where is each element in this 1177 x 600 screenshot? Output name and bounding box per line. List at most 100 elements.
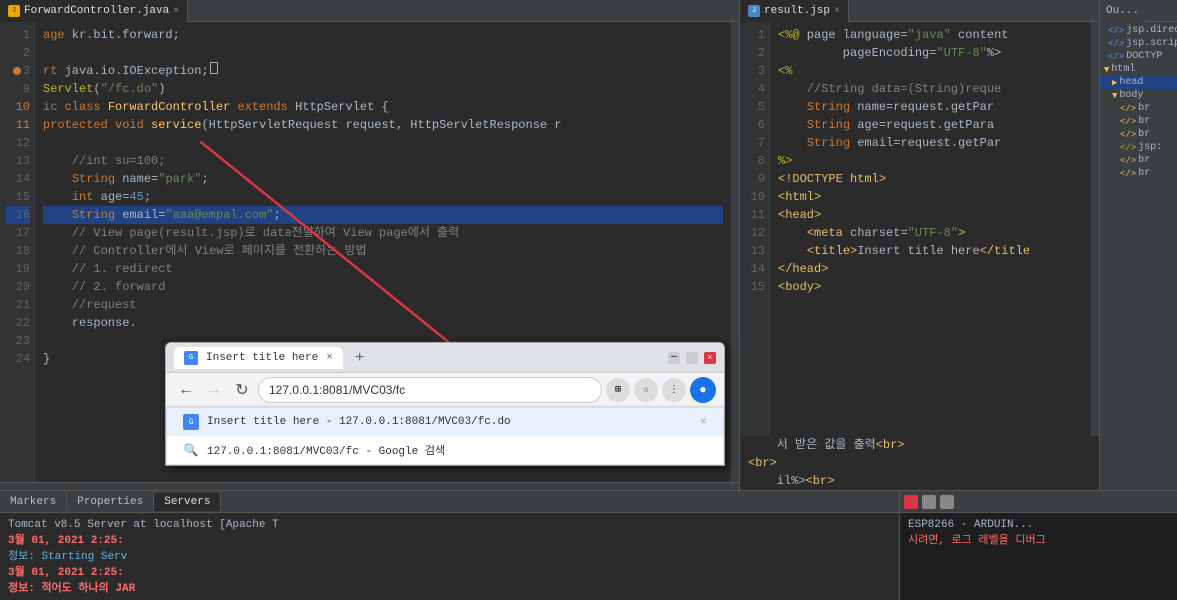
vertical-scrollbar-left[interactable]	[731, 22, 739, 482]
code-line-2	[43, 44, 723, 62]
rcode-15: <body>	[778, 278, 1083, 296]
code-line-17: // View page(result.jsp)로 data전달하여 View …	[43, 224, 723, 242]
console-right: ESP8266 - ARDUIN... 시려면, 로그 레벨을 디버그	[900, 491, 1177, 600]
code-line-12	[43, 134, 723, 152]
right-editor-tab[interactable]: J result.jsp ×	[740, 0, 849, 22]
console-pause-btn[interactable]	[922, 495, 936, 509]
element-icon-2: </>	[1120, 117, 1136, 127]
code-line-11: protected void service(HttpServletReques…	[43, 116, 723, 134]
jsp-file-icon: J	[748, 5, 760, 17]
dropdown-item-2[interactable]: 🔍 127.0.0.1:8081/MVC03/fc - Google 검색	[167, 436, 723, 464]
line-numbers-right: 123456789101112131415	[740, 22, 770, 436]
tree-item-jsp[interactable]: </> jsp:	[1100, 141, 1177, 154]
tree-item-br4[interactable]: </> br	[1100, 154, 1177, 167]
tree-item-head[interactable]: ▶ head	[1100, 76, 1177, 89]
tree-item-jsp-script[interactable]: </> jsp.script	[1100, 37, 1177, 50]
rcode-1: <%@ page language="java" content	[778, 26, 1083, 44]
page-icon: G	[183, 414, 199, 430]
element-icon-4: </>	[1120, 156, 1136, 166]
vertical-scrollbar-right[interactable]	[1091, 22, 1099, 436]
code-line-14: String name="park";	[43, 170, 723, 188]
folder-open-icon-body: ▼	[1112, 91, 1117, 101]
console-line-4: 3월 01, 2021 2:25:	[8, 565, 891, 581]
dropdown-item-2-label: 127.0.0.1:8081/MVC03/fc - Google 검색	[207, 442, 445, 458]
rcode-13: <title>Insert title here</title	[778, 242, 1083, 260]
tree-item-br2[interactable]: </> br	[1100, 115, 1177, 128]
browser-tab-close[interactable]: ×	[326, 352, 333, 364]
browser-tab[interactable]: G Insert title here ×	[174, 347, 343, 369]
folder-closed-icon-head: ▶	[1112, 78, 1117, 88]
tree-item-html[interactable]: ▼ html	[1100, 63, 1177, 76]
rcode-4: //String data=(String)reque	[778, 80, 1083, 98]
rcode-3: <%	[778, 62, 1083, 80]
tab-servers[interactable]: Servers	[154, 493, 221, 511]
browser-close-btn[interactable]: ×	[704, 352, 716, 364]
tab-markers[interactable]: Markers	[0, 493, 67, 511]
console-line-1: Tomcat v8.5 Server at localhost [Apache …	[8, 517, 891, 533]
url-input[interactable]	[258, 377, 602, 403]
file-tree-content: </> jsp.direc </> jsp.script </> DOCTYP …	[1100, 22, 1177, 490]
console-stop-btn[interactable]	[904, 495, 918, 509]
search-icon-dropdown: 🔍	[183, 442, 199, 458]
rcode-extra-2: <br>	[748, 454, 1091, 472]
browser-minimize-btn[interactable]: —	[668, 352, 680, 364]
line-numbers-left: 1239101112131415161718192021222324	[0, 22, 35, 482]
file-tree-tab[interactable]: Ou...	[1100, 0, 1145, 22]
browser-popup: G Insert title here × + — × ← → ↻ ⊞	[165, 342, 725, 466]
rcode-10: <html>	[778, 188, 1083, 206]
tree-item-br3[interactable]: </> br	[1100, 128, 1177, 141]
file-icon-1: </>	[1108, 26, 1124, 36]
code-line-9: Servlet("/fc.do")	[43, 80, 723, 98]
code-content-right[interactable]: <%@ page language="java" content pageEnc…	[770, 22, 1091, 436]
url-dropdown: G Insert title here - 127.0.0.1:8081/MVC…	[166, 407, 724, 465]
browser-icon-ext2[interactable]: ☆	[634, 378, 658, 402]
rcode-11: <head>	[778, 206, 1083, 224]
console-right-line-2: 시려면, 로그 레벨을 디버그	[908, 533, 1169, 549]
rcode-5: String name=request.getPar	[778, 98, 1083, 116]
code-line-20: // 2. forward	[43, 278, 723, 296]
console-right-content: ESP8266 - ARDUIN... 시려면, 로그 레벨을 디버그	[900, 513, 1177, 600]
right-tab-x[interactable]: ×	[834, 6, 840, 17]
tab-properties[interactable]: Properties	[67, 493, 154, 511]
file-tree-panel: </> jsp.direc </> jsp.script </> DOCTYP …	[1100, 22, 1177, 490]
tree-item-br5[interactable]: </> br	[1100, 167, 1177, 180]
bottom-panel: Markers Properties Servers Tomcat v8.5 S…	[0, 490, 1177, 600]
code-line-18: // Controller에서 View로 페이지를 전환하는 방법	[43, 242, 723, 260]
rcode-extra-1: 서 받은 값을 출력<br>	[748, 436, 1091, 454]
tree-item-doctype[interactable]: </> DOCTYP	[1100, 50, 1177, 63]
code-line-3: rt java.io.IOException;	[43, 62, 723, 80]
browser-new-tab-btn[interactable]: +	[351, 349, 369, 367]
refresh-button[interactable]: ↻	[230, 378, 254, 402]
browser-maximize-btn[interactable]	[686, 352, 698, 364]
code-line-13: //int su=100;	[43, 152, 723, 170]
console-tabs-bar: Markers Properties Servers	[0, 491, 899, 513]
forward-button[interactable]: →	[202, 378, 226, 402]
tree-item-jsp-direc[interactable]: </> jsp.direc	[1100, 24, 1177, 37]
profile-icon[interactable]: ●	[690, 377, 716, 403]
browser-titlebar: G Insert title here × + — ×	[166, 343, 724, 373]
element-icon-jsp: </>	[1120, 143, 1136, 153]
browser-favicon: G	[184, 351, 198, 365]
left-editor-tab[interactable]: J ForwardController.java ×	[0, 0, 188, 22]
rcode-14: </head>	[778, 260, 1083, 278]
console-clear-btn[interactable]	[940, 495, 954, 509]
code-line-21: //request	[43, 296, 723, 314]
dropdown-item-1-x[interactable]: ×	[700, 415, 707, 429]
dropdown-item-1[interactable]: G Insert title here - 127.0.0.1:8081/MVC…	[167, 408, 723, 436]
console-content-left: Tomcat v8.5 Server at localhost [Apache …	[0, 513, 899, 600]
code-line-22: response.	[43, 314, 723, 332]
left-tab-x[interactable]: ×	[173, 6, 179, 17]
code-line-10: ic class ForwardController extends HttpS…	[43, 98, 723, 116]
file-icon-2: </>	[1108, 39, 1124, 49]
rcode-6: String age=request.getPara	[778, 116, 1083, 134]
horizontal-scrollbar-left[interactable]	[0, 482, 739, 490]
browser-icon-ext1[interactable]: ⊞	[606, 378, 630, 402]
rcode-7: String email=request.getPar	[778, 134, 1083, 152]
console-right-line-1: ESP8266 - ARDUIN...	[908, 517, 1169, 533]
tree-item-br1[interactable]: </> br	[1100, 102, 1177, 115]
back-button[interactable]: ←	[174, 378, 198, 402]
folder-open-icon-html: ▼	[1104, 65, 1109, 75]
tree-item-body[interactable]: ▼ body	[1100, 89, 1177, 102]
code-line-19: // 1. redirect	[43, 260, 723, 278]
browser-icon-ext3[interactable]: ⋮	[662, 378, 686, 402]
